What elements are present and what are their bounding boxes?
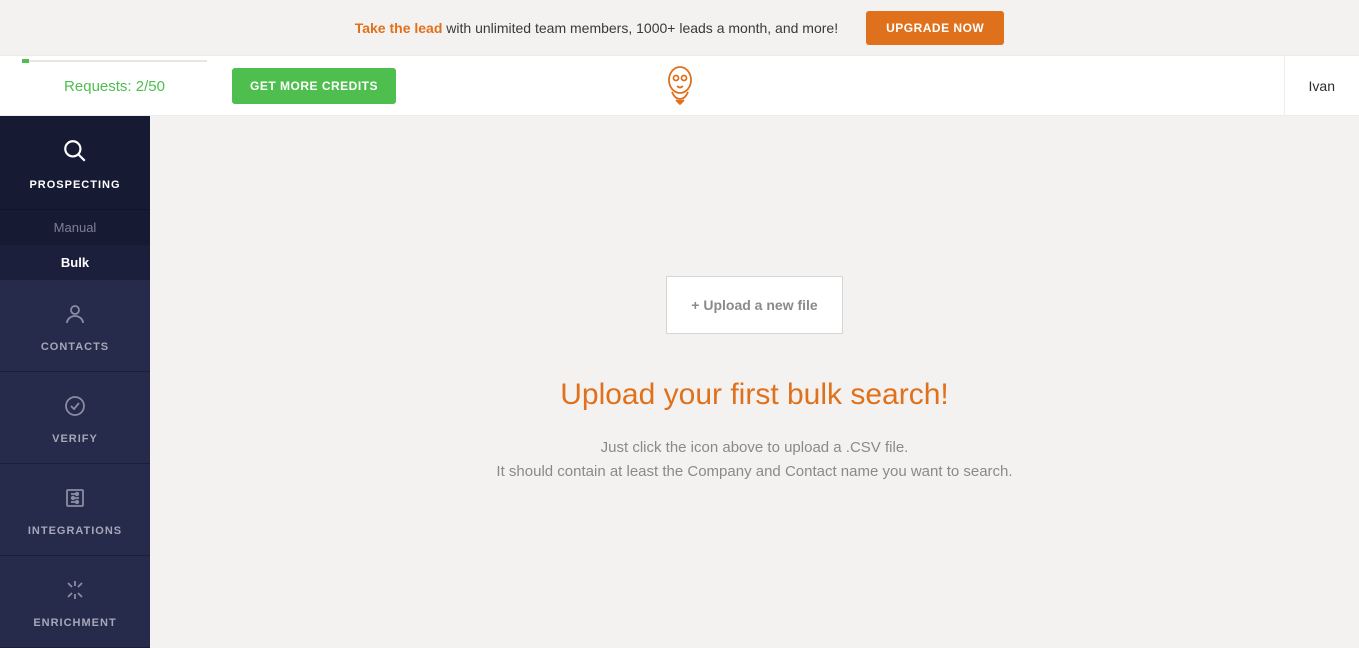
logo-icon — [663, 66, 697, 106]
main-area: PROSPECTING Manual Bulk CONTACTS VER — [0, 116, 1359, 646]
sidebar-item-label: ENRICHMENT — [33, 617, 116, 629]
sliders-icon — [63, 486, 87, 515]
sidebar: PROSPECTING Manual Bulk CONTACTS VER — [0, 116, 150, 646]
user-menu[interactable]: Ivan — [1284, 56, 1359, 115]
submenu-item-bulk[interactable]: Bulk — [0, 245, 150, 280]
promo-banner: Take the lead with unlimited team member… — [0, 0, 1359, 56]
upgrade-button[interactable]: UPGRADE NOW — [866, 11, 1004, 45]
subtext-line-2: It should contain at least the Company a… — [496, 460, 1012, 484]
sidebar-item-integrations[interactable]: INTEGRATIONS — [0, 464, 150, 556]
promo-lead: Take the lead — [355, 20, 443, 36]
sidebar-item-prospecting[interactable]: PROSPECTING — [0, 116, 150, 210]
topbar: Requests: 2/50 GET MORE CREDITS Ivan — [0, 56, 1359, 116]
credits-progress-fill — [22, 59, 29, 63]
sidebar-item-enrichment[interactable]: ENRICHMENT — [0, 556, 150, 648]
submenu-item-manual[interactable]: Manual — [0, 210, 150, 245]
get-credits-button[interactable]: GET MORE CREDITS — [232, 68, 396, 104]
sidebar-item-verify[interactable]: VERIFY — [0, 372, 150, 464]
person-icon — [63, 302, 87, 331]
upload-file-button[interactable]: + Upload a new file — [666, 276, 842, 334]
prospecting-submenu: Manual Bulk — [0, 210, 150, 280]
sidebar-item-label: PROSPECTING — [29, 179, 120, 191]
search-icon — [62, 138, 88, 169]
sidebar-item-label: CONTACTS — [41, 341, 109, 353]
content-area: + Upload a new file Upload your first bu… — [150, 116, 1359, 646]
page-headline: Upload your first bulk search! — [560, 378, 949, 412]
credits-progress — [22, 60, 207, 62]
user-name: Ivan — [1309, 78, 1335, 94]
credits-block: Requests: 2/50 — [0, 76, 210, 95]
sidebar-item-contacts[interactable]: CONTACTS — [0, 280, 150, 372]
check-circle-icon — [63, 394, 87, 423]
sidebar-item-label: VERIFY — [52, 433, 98, 445]
converge-icon — [63, 578, 87, 607]
promo-text: Take the lead with unlimited team member… — [355, 20, 838, 36]
page-subtext: Just click the icon above to upload a .C… — [496, 436, 1012, 484]
sidebar-item-label: INTEGRATIONS — [28, 525, 122, 537]
app-logo — [663, 66, 697, 111]
subtext-line-1: Just click the icon above to upload a .C… — [496, 436, 1012, 460]
requests-label: Requests: 2/50 — [22, 78, 207, 95]
promo-rest: with unlimited team members, 1000+ leads… — [442, 20, 838, 36]
